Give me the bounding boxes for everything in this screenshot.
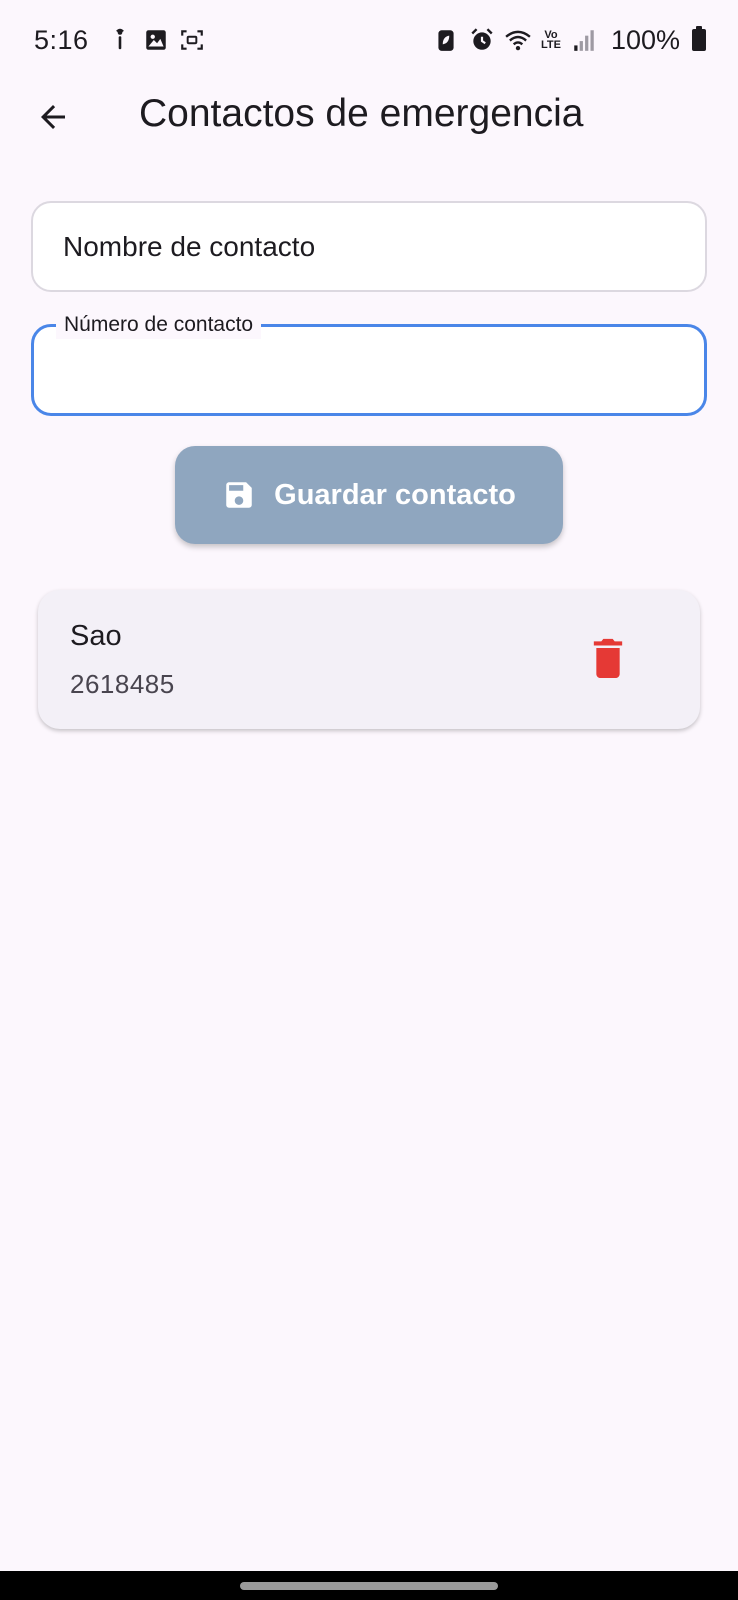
- page-title: Contactos de emergencia: [139, 92, 584, 135]
- volte-icon: Vo LTE: [540, 30, 561, 51]
- image-icon: [143, 27, 169, 53]
- delete-contact-button[interactable]: [580, 630, 636, 686]
- save-contact-label: Guardar contacto: [274, 478, 516, 511]
- arrow-back-icon: [41, 105, 65, 129]
- contact-name: Sao: [70, 620, 122, 652]
- contact-number: 2618485: [70, 669, 175, 699]
- signal-icon: [571, 27, 597, 53]
- home-handle[interactable]: [240, 1582, 498, 1590]
- save-contact-button[interactable]: Guardar contacto: [175, 446, 563, 544]
- save-icon: [226, 482, 252, 508]
- battery-icon: [692, 26, 706, 51]
- contact-card[interactable]: Sao 2618485: [38, 590, 700, 729]
- contact-number-field[interactable]: Número de contacto: [31, 311, 707, 416]
- navigation-bar: [0, 1571, 738, 1600]
- status-right: Vo LTE 100%: [433, 25, 706, 56]
- contact-name-input[interactable]: [33, 203, 705, 290]
- wifi-icon: [505, 27, 531, 53]
- status-time: 5:16: [34, 24, 89, 55]
- contact-number-label: Número de contacto: [56, 311, 262, 339]
- screen: 5:16 Vo LTE 100% Contactos de emergencia…: [0, 0, 738, 1600]
- trash-icon: [593, 638, 623, 678]
- battery-percent: 100%: [610, 24, 680, 55]
- status-left: 5:16: [34, 25, 205, 56]
- screenshot-icon: [179, 27, 205, 53]
- app-bar: Contactos de emergencia: [0, 80, 738, 152]
- contact-name-field[interactable]: [31, 201, 707, 292]
- battery-saver-icon: [433, 27, 459, 53]
- back-button[interactable]: [24, 88, 82, 146]
- hotspot-icon: [107, 27, 133, 53]
- alarm-icon: [469, 27, 495, 53]
- status-bar: 5:16 Vo LTE 100%: [0, 0, 738, 80]
- volte-bottom: LTE: [540, 39, 561, 51]
- contact-number-input[interactable]: [34, 327, 704, 413]
